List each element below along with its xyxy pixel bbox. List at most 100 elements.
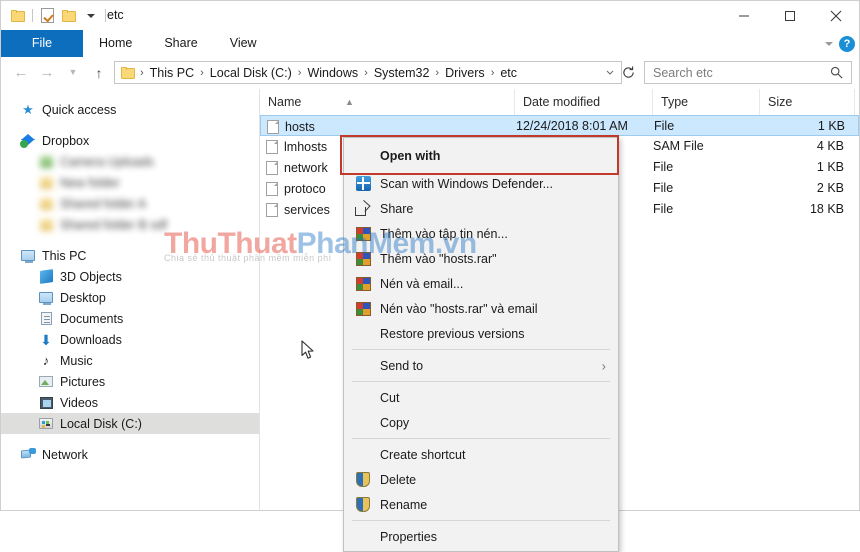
sidebar-item-downloads[interactable]: ⬇ Downloads — [1, 329, 259, 350]
column-header-type[interactable]: Type — [653, 89, 760, 115]
column-header-size[interactable]: Size — [760, 89, 855, 115]
restore-icon-placeholder — [352, 324, 374, 344]
context-menu-item-rename[interactable]: Rename — [344, 492, 618, 517]
sidebar-item-3d-objects[interactable]: 3D Objects — [1, 266, 259, 287]
sidebar-item-dropbox-child-3[interactable]: Shared folder A — [1, 193, 259, 214]
refresh-icon[interactable] — [617, 61, 639, 84]
sidebar-item-label: Shared folder B sdf — [60, 217, 168, 232]
sort-ascending-icon: ▲ — [345, 97, 354, 107]
context-menu-item-share[interactable]: Share — [344, 196, 618, 221]
maximize-button[interactable] — [767, 1, 813, 30]
file-name-cell: hosts — [267, 116, 315, 137]
file-name-label: services — [284, 202, 330, 217]
file-icon — [266, 181, 278, 196]
context-menu-item-restore-previous-versions[interactable]: Restore previous versions — [344, 321, 618, 346]
chevron-right-icon: › — [601, 358, 606, 373]
tab-file[interactable]: File — [1, 30, 83, 57]
context-menu-item-compress-and-email[interactable]: Nén và email... — [344, 271, 618, 296]
file-name-cell: network — [266, 157, 328, 178]
minimize-button[interactable] — [721, 1, 767, 30]
qat-divider-2 — [105, 9, 106, 22]
sidebar-item-this-pc[interactable]: This PC — [1, 245, 259, 266]
file-type-cell: File — [654, 119, 675, 133]
context-menu-item-add-to-archive[interactable]: Thêm vào tập tin nén... — [344, 221, 618, 246]
back-arrow-icon[interactable]: ← — [9, 61, 33, 85]
sidebar-item-desktop[interactable]: Desktop — [1, 287, 259, 308]
context-menu-item-copy[interactable]: Copy — [344, 410, 618, 435]
nav-spacer-2 — [1, 235, 259, 245]
file-type-cell: File — [653, 202, 674, 216]
file-icon — [266, 139, 278, 154]
context-menu-item-send-to[interactable]: Send to › — [344, 353, 618, 378]
context-menu-item-properties[interactable]: Properties — [344, 524, 618, 549]
context-menu-item-open-with[interactable]: Open with — [344, 140, 618, 171]
folder-icon[interactable] — [7, 5, 29, 26]
sidebar-item-videos[interactable]: Videos — [1, 392, 259, 413]
context-menu-item-create-shortcut[interactable]: Create shortcut — [344, 442, 618, 467]
winrar-icon — [352, 249, 374, 269]
sidebar-item-pictures[interactable]: Pictures — [1, 371, 259, 392]
breadcrumb-item-drivers[interactable]: Drivers — [443, 66, 487, 80]
file-name-label: hosts — [285, 119, 315, 134]
sidebar-item-network[interactable]: Network — [1, 444, 259, 465]
help-icon[interactable]: ? — [839, 35, 855, 52]
sidebar-item-dropbox-child-2[interactable]: New folder — [1, 172, 259, 193]
breadcrumb-separator-5: › — [490, 66, 495, 79]
quick-access-toolbar — [7, 5, 109, 26]
sidebar-item-label: This PC — [42, 248, 87, 263]
breadcrumb-item-system32[interactable]: System32 — [372, 66, 432, 80]
file-icon — [266, 160, 278, 175]
sidebar-item-quick-access[interactable]: ★ Quick access — [1, 99, 259, 120]
file-name-label: protoco — [284, 181, 326, 196]
nav-top-spacer — [1, 89, 259, 99]
file-size-cell: 2 KB — [816, 181, 844, 195]
file-size-cell: 18 KB — [809, 202, 844, 216]
sidebar-item-label: Documents — [60, 311, 124, 326]
column-header-date-modified[interactable]: Date modified — [515, 89, 653, 115]
sidebar-item-music[interactable]: ♪ Music — [1, 350, 259, 371]
navigation-buttons: ← → ▼ ↑ — [9, 57, 111, 88]
sidebar-item-local-disk-c[interactable]: Local Disk (C:) — [1, 413, 259, 434]
customize-dropdown-icon[interactable] — [80, 5, 102, 26]
file-name-cell: services — [266, 199, 330, 220]
sidebar-item-dropbox[interactable]: Dropbox — [1, 130, 259, 151]
search-box[interactable]: Search etc — [644, 61, 852, 84]
breadcrumb-item-this-pc[interactable]: This PC — [148, 66, 196, 80]
new-folder-icon[interactable] — [58, 5, 80, 26]
context-menu-item-cut[interactable]: Cut — [344, 385, 618, 410]
sidebar-item-label: Videos — [60, 395, 98, 410]
recent-locations-icon[interactable]: ▼ — [61, 61, 85, 85]
send-to-icon-placeholder — [352, 356, 374, 376]
window-controls — [721, 1, 859, 30]
tab-share[interactable]: Share — [148, 30, 213, 57]
context-menu-item-delete[interactable]: Delete — [344, 467, 618, 492]
qat-divider — [32, 9, 33, 22]
column-header-name[interactable]: Name ▲ — [260, 89, 515, 115]
sidebar-item-dropbox-child-1[interactable]: Camera Uploads — [1, 151, 259, 172]
sidebar-item-label: Shared folder A — [60, 196, 147, 211]
breadcrumb-separator-1: › — [200, 66, 204, 79]
up-arrow-icon[interactable]: ↑ — [87, 61, 111, 85]
sidebar-item-label: 3D Objects — [60, 269, 122, 284]
breadcrumb-item-etc[interactable]: etc — [498, 66, 519, 80]
sidebar-item-label: Music — [60, 353, 93, 368]
breadcrumb-item-windows[interactable]: Windows — [305, 66, 360, 80]
sidebar-item-documents[interactable]: Documents — [1, 308, 259, 329]
forward-arrow-icon[interactable]: → — [35, 61, 59, 85]
desktop-icon — [37, 290, 55, 306]
properties-icon[interactable] — [36, 5, 58, 26]
context-menu-item-scan-with-windows-defender[interactable]: Scan with Windows Defender... — [344, 171, 618, 196]
tab-home[interactable]: Home — [83, 30, 148, 57]
file-date-cell: 12/24/2018 8:01 AM — [516, 119, 628, 133]
breadcrumb[interactable]: › This PC › Local Disk (C:) › Windows › … — [114, 61, 622, 84]
context-menu-item-compress-to-hosts-rar-and-email[interactable]: Nén vào "hosts.rar" và email — [344, 296, 618, 321]
tab-view[interactable]: View — [214, 30, 273, 57]
search-input[interactable]: Search etc — [645, 66, 713, 80]
search-icon[interactable] — [830, 66, 851, 79]
context-menu-item-add-to-hosts-rar[interactable]: Thêm vào "hosts.rar" — [344, 246, 618, 271]
breadcrumb-item-local-disk[interactable]: Local Disk (C:) — [208, 66, 294, 80]
table-row[interactable]: hosts 12/24/2018 8:01 AM File 1 KB — [260, 115, 859, 136]
chevron-down-icon[interactable] — [825, 41, 833, 46]
close-button[interactable] — [813, 1, 859, 30]
sidebar-item-dropbox-child-4[interactable]: Shared folder B sdf — [1, 214, 259, 235]
